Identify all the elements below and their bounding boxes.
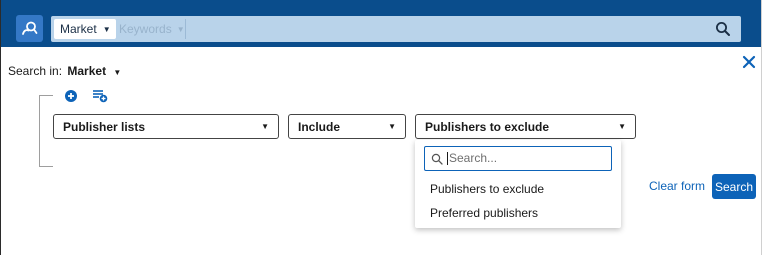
keywords-chip[interactable]: Keywords ▼ <box>119 19 185 39</box>
dropdown-option[interactable]: Publishers to exclude <box>430 182 544 196</box>
dropdown-option[interactable]: Preferred publishers <box>430 206 538 220</box>
search-in-selector[interactable]: Search in: Market ▼ <box>8 64 121 78</box>
chevron-down-icon: ▼ <box>618 122 626 131</box>
chevron-down-icon: ▼ <box>176 24 185 34</box>
field-select-value: Publisher lists <box>63 119 146 134</box>
search-input[interactable] <box>187 19 707 39</box>
operator-select-value: Include <box>298 119 341 134</box>
chevron-down-icon: ▼ <box>102 24 111 34</box>
search-in-label: Search in: <box>8 64 63 78</box>
search-icon[interactable] <box>715 21 731 37</box>
top-search-bar: Market ▼ Keywords ▼ <box>1 0 761 47</box>
search-bar: Market ▼ Keywords ▼ <box>51 16 741 42</box>
value-select[interactable]: Publishers to exclude ▼ <box>415 114 636 139</box>
keywords-chip-label: Keywords <box>119 22 172 36</box>
person-search-icon[interactable] <box>16 15 43 42</box>
search-button[interactable]: Search <box>712 174 756 199</box>
close-icon[interactable] <box>742 55 756 69</box>
chevron-down-icon: ▼ <box>113 68 122 77</box>
clear-form-link[interactable]: Clear form <box>649 179 705 193</box>
chevron-down-icon: ▼ <box>261 122 269 131</box>
chevron-down-icon: ▼ <box>388 122 396 131</box>
field-select[interactable]: Publisher lists ▼ <box>53 114 279 139</box>
divider <box>185 19 186 39</box>
dropdown-search-input[interactable]: Search... <box>424 146 612 171</box>
dropdown-search-placeholder: Search... <box>447 151 498 165</box>
search-in-value: Market <box>67 64 107 78</box>
search-icon <box>431 153 443 165</box>
operator-select[interactable]: Include ▼ <box>288 114 406 139</box>
scope-chip-market[interactable]: Market ▼ <box>54 19 116 39</box>
value-select-value: Publishers to exclude <box>425 119 550 134</box>
add-circle-icon[interactable] <box>65 90 77 102</box>
scope-chip-label: Market <box>60 22 97 36</box>
add-group-icon[interactable] <box>92 89 108 103</box>
query-group-bracket <box>39 95 53 167</box>
